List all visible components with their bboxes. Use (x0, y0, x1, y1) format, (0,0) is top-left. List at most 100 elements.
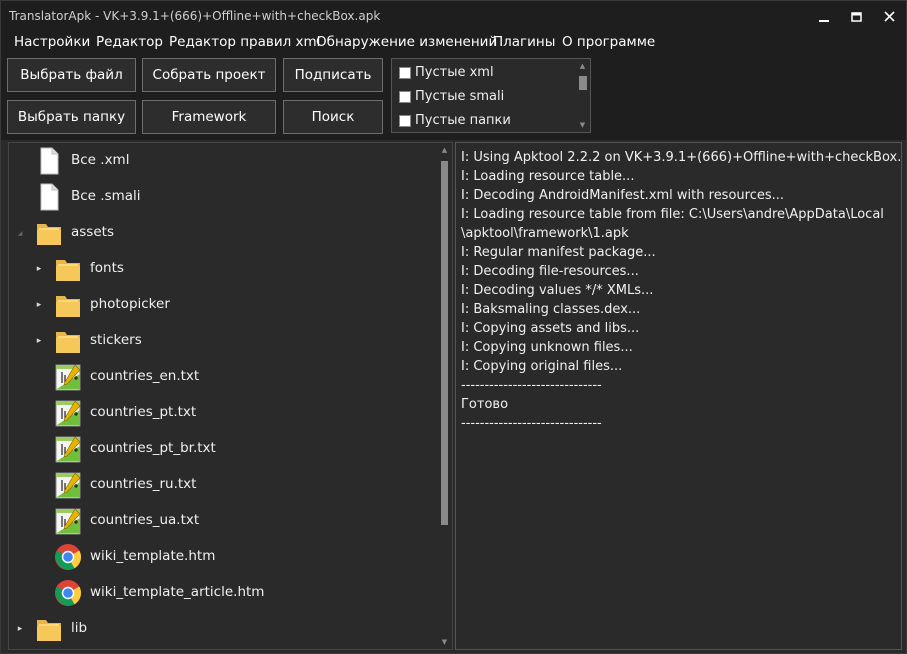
tree-item[interactable]: countries_pt.txt (9, 395, 434, 431)
tree-item[interactable]: ◢ assets (9, 215, 434, 251)
menu-change-detection[interactable]: Обнаружение изменений (316, 34, 497, 50)
tree-item[interactable]: ▸ stickers (9, 323, 434, 359)
scroll-down-icon[interactable]: ▼ (437, 635, 452, 649)
file-icon (34, 182, 64, 212)
empty-smali-checkbox[interactable]: Пустые smali (399, 89, 504, 104)
minimize-button[interactable] (807, 1, 841, 32)
options-scrollbar[interactable]: ▲ ▼ (575, 59, 590, 132)
notepad-plus-plus-icon (53, 434, 83, 464)
menu-xml-rules-editor[interactable]: Редактор правил xml (169, 34, 320, 50)
tree-scrollbar[interactable]: ▲ ▼ (437, 143, 452, 649)
notepad-plus-plus-icon (53, 362, 83, 392)
log-line: I: Decoding values */* XMLs... (461, 283, 654, 298)
menu-settings[interactable]: Настройки (14, 34, 90, 50)
tree-item[interactable]: Все .xml (9, 143, 434, 179)
checkbox-box[interactable] (399, 66, 411, 79)
tree-item[interactable]: ▸ fonts (9, 251, 434, 287)
tree-item-label: countries_ua.txt (90, 512, 200, 528)
folder-icon (53, 326, 83, 356)
log-line: ------------------------------ (461, 378, 602, 393)
tree-item-label: lib (71, 620, 88, 636)
choose-folder-button[interactable]: Выбрать папку (7, 100, 136, 134)
close-icon (883, 11, 895, 22)
menu-about[interactable]: О программе (562, 34, 655, 50)
scroll-thumb[interactable] (579, 76, 587, 90)
build-project-button[interactable]: Собрать проект (142, 58, 276, 92)
tree-item[interactable]: ▸ lib (9, 611, 434, 647)
menu-bar: Настройки Редактор Редактор правил xml О… (1, 32, 906, 54)
tree-item-label: stickers (90, 332, 142, 348)
log-line: \apktool\framework\1.apk (461, 226, 629, 241)
app-window: TranslatorApk - VK+3.9.1+(666)+Offline+w… (0, 0, 907, 654)
log-line: ------------------------------ (461, 416, 602, 431)
title-bar[interactable]: TranslatorApk - VK+3.9.1+(666)+Offline+w… (1, 1, 906, 32)
tree-item[interactable]: wiki_template.htm (9, 539, 434, 575)
checkbox-label: Пустые папки (415, 113, 511, 128)
log-line: I: Decoding file-resources... (461, 264, 639, 279)
log-line: Готово (461, 397, 509, 412)
collapsed-chevron-icon[interactable]: ▸ (34, 264, 44, 274)
notepad-plus-plus-icon (53, 398, 83, 428)
search-button[interactable]: Поиск (283, 100, 383, 134)
collapsed-chevron-icon[interactable]: ▸ (34, 336, 44, 346)
log-line: I: Baksmaling classes.dex... (461, 302, 641, 317)
checkbox-label: Пустые smali (415, 89, 505, 104)
empty-folders-checkbox[interactable]: Пустые папки (399, 113, 511, 128)
maximize-icon (850, 11, 862, 22)
tree-item-label: fonts (90, 260, 124, 276)
tree-item-label: photopicker (90, 296, 170, 312)
log-line: I: Decoding AndroidManifest.xml with res… (461, 188, 785, 203)
log-line: I: Loading resource table from file: C:\… (461, 207, 884, 222)
options-panel: Пустые xml Пустые smali Пустые папки ▲ ▼ (391, 58, 591, 133)
tree-item-label: assets (71, 224, 114, 240)
expanded-chevron-icon[interactable]: ◢ (15, 228, 25, 238)
checkbox-box[interactable] (399, 114, 411, 127)
scroll-down-icon[interactable]: ▼ (575, 118, 590, 132)
tree-item-label: countries_pt.txt (90, 404, 197, 420)
notepad-plus-plus-icon (53, 470, 83, 500)
scroll-thumb[interactable] (441, 161, 448, 525)
folder-icon (53, 254, 83, 284)
log-output[interactable]: I: Using Apktool 2.2.2 on VK+3.9.1+(666)… (455, 142, 902, 650)
folder-icon (34, 614, 64, 644)
tree-item-label: wiki_template.htm (90, 548, 216, 564)
tree-item[interactable]: countries_ua.txt (9, 503, 434, 539)
file-tree: Все .xml Все .smali ◢ assets ▸ fonts ▸ photopic… (8, 142, 453, 650)
maximize-button[interactable] (839, 1, 873, 32)
tree-item-label: countries_pt_br.txt (90, 440, 216, 456)
minimize-icon (819, 19, 829, 22)
log-line: I: Copying original files... (461, 359, 623, 374)
log-line: I: Regular manifest package... (461, 245, 656, 260)
chrome-icon (53, 578, 83, 608)
collapsed-chevron-icon[interactable]: ▸ (34, 300, 44, 310)
tree-item-label: wiki_template_article.htm (90, 584, 265, 600)
scroll-up-icon[interactable]: ▲ (437, 143, 452, 157)
tree-item[interactable]: countries_en.txt (9, 359, 434, 395)
scroll-up-icon[interactable]: ▲ (575, 59, 590, 73)
tree-item[interactable]: Все .smali (9, 179, 434, 215)
log-line: I: Loading resource table... (461, 169, 635, 184)
tree-item[interactable]: countries_pt_br.txt (9, 431, 434, 467)
menu-editor[interactable]: Редактор (96, 34, 163, 50)
chrome-icon (53, 542, 83, 572)
tree-item[interactable]: wiki_template_article.htm (9, 575, 434, 611)
tree-item-label: Все .xml (71, 152, 130, 168)
folder-icon (34, 218, 64, 248)
sign-button[interactable]: Подписать (283, 58, 383, 92)
framework-button[interactable]: Framework (142, 100, 276, 134)
close-button[interactable] (872, 1, 906, 32)
collapsed-chevron-icon[interactable]: ▸ (15, 624, 25, 634)
window-title: TranslatorApk - VK+3.9.1+(666)+Offline+w… (9, 9, 381, 23)
checkbox-label: Пустые xml (415, 65, 494, 80)
empty-xml-checkbox[interactable]: Пустые xml (399, 65, 494, 80)
file-icon (34, 146, 64, 176)
tree-item[interactable]: countries_ru.txt (9, 467, 434, 503)
choose-file-button[interactable]: Выбрать файл (7, 58, 136, 92)
folder-icon (53, 290, 83, 320)
checkbox-box[interactable] (399, 90, 411, 103)
log-line: I: Copying assets and libs... (461, 321, 640, 336)
menu-plugins[interactable]: Плагины (493, 34, 555, 50)
tree-item-label: countries_en.txt (90, 368, 200, 384)
tree-item[interactable]: ▸ photopicker (9, 287, 434, 323)
log-line: I: Using Apktool 2.2.2 on VK+3.9.1+(666)… (461, 150, 902, 165)
